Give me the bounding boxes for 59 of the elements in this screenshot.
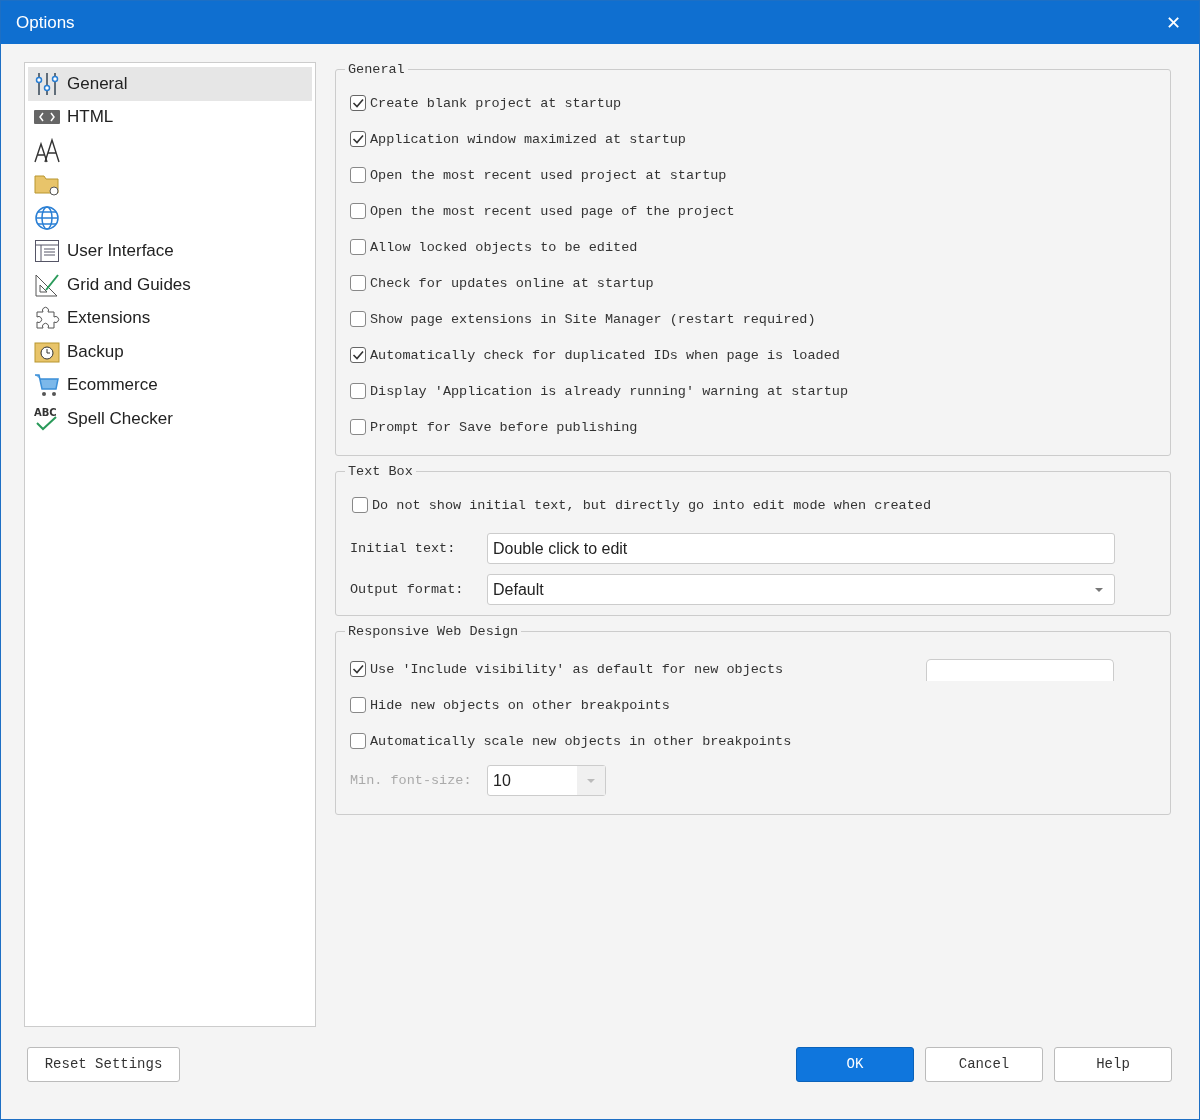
group-title: General <box>347 62 406 77</box>
checkbox-label: Open the most recent used page of the project <box>370 203 735 219</box>
sidebar-item[interactable]: HTML <box>28 100 312 134</box>
window-icon <box>34 238 60 265</box>
checkbox-label: Application window maximized at startup <box>370 131 686 147</box>
checkbox-label: Show page extensions in Site Manager (restart required) <box>370 311 816 327</box>
checkbox[interactable] <box>350 733 366 749</box>
sliders-icon <box>34 70 60 97</box>
checkbox[interactable] <box>350 203 366 219</box>
checkbox[interactable] <box>350 167 366 183</box>
sidebar-item[interactable]: Backup <box>28 335 312 369</box>
sidebar-item[interactable]: Grid and Guides <box>28 268 312 302</box>
field-label: Min. font-size: <box>350 773 473 788</box>
checkbox[interactable] <box>350 275 366 291</box>
checkbox-label: Hide new objects on other breakpoints <box>370 697 670 713</box>
checkbox[interactable] <box>350 95 366 111</box>
caret-icon <box>1094 586 1104 593</box>
sidebar-item[interactable]: User Interface <box>28 234 312 268</box>
group-title: Text Box <box>347 464 414 479</box>
close-button[interactable]: ✕ <box>1161 12 1185 33</box>
checkbox-label: Automatically scale new objects in other breakpoints <box>370 733 792 749</box>
checkbox-label: Display 'Application is already running' warning at startup <box>370 383 848 399</box>
checkbox[interactable] <box>350 419 366 435</box>
checkbox[interactable] <box>350 347 366 363</box>
checkbox[interactable] <box>350 239 366 255</box>
ruler-pencil-icon <box>34 271 60 298</box>
font-icon <box>34 137 60 164</box>
window-title: Options <box>16 12 75 33</box>
checkbox[interactable] <box>350 131 366 147</box>
sidebar-item[interactable]: Ecommerce <box>28 368 312 402</box>
caret-icon <box>586 777 596 784</box>
checkbox-label: Open the most recent used project at startup <box>370 167 727 183</box>
checkbox[interactable] <box>350 383 366 399</box>
checkbox[interactable] <box>350 697 366 713</box>
field-label: Output format: <box>350 582 465 597</box>
checkbox-label: Automatically check for duplicated IDs when page is loaded <box>370 347 840 363</box>
checkbox-label: Check for updates online at startup <box>370 275 654 291</box>
initial-text-field[interactable]: Double click to edit <box>487 533 1115 564</box>
help-button[interactable]: Help <box>1054 1046 1172 1082</box>
sidebar-item[interactable]: ABC Spell Checker <box>28 402 312 436</box>
field-label: Initial text: <box>350 541 457 556</box>
globe-icon <box>34 204 60 231</box>
checkbox[interactable] <box>350 661 366 677</box>
checkbox-label: Do not show initial text, but directly go into edit mode when created <box>372 497 931 513</box>
checkbox[interactable] <box>350 311 366 327</box>
checkbox[interactable] <box>352 497 368 513</box>
sidebar-item[interactable]: Extensions <box>28 301 312 335</box>
cancel-button[interactable]: Cancel <box>925 1046 1043 1082</box>
checkbox-label: Create blank project at startup <box>370 95 622 111</box>
reset-settings-button[interactable]: Reset Settings <box>27 1046 180 1082</box>
ok-button[interactable]: OK <box>796 1046 914 1082</box>
group-title: Responsive Web Design <box>347 624 520 639</box>
cart-icon <box>34 372 60 399</box>
output-format-dropdown[interactable]: Default <box>487 574 1115 605</box>
checkbox-label: Allow locked objects to be edited <box>370 239 638 255</box>
checkbox-label: Prompt for Save before publishing <box>370 419 638 435</box>
puzzle-icon <box>34 305 60 332</box>
checkbox-label: Use 'Include visibility' as default for new objects <box>370 661 784 677</box>
sidebar-item[interactable]: General <box>28 67 312 101</box>
